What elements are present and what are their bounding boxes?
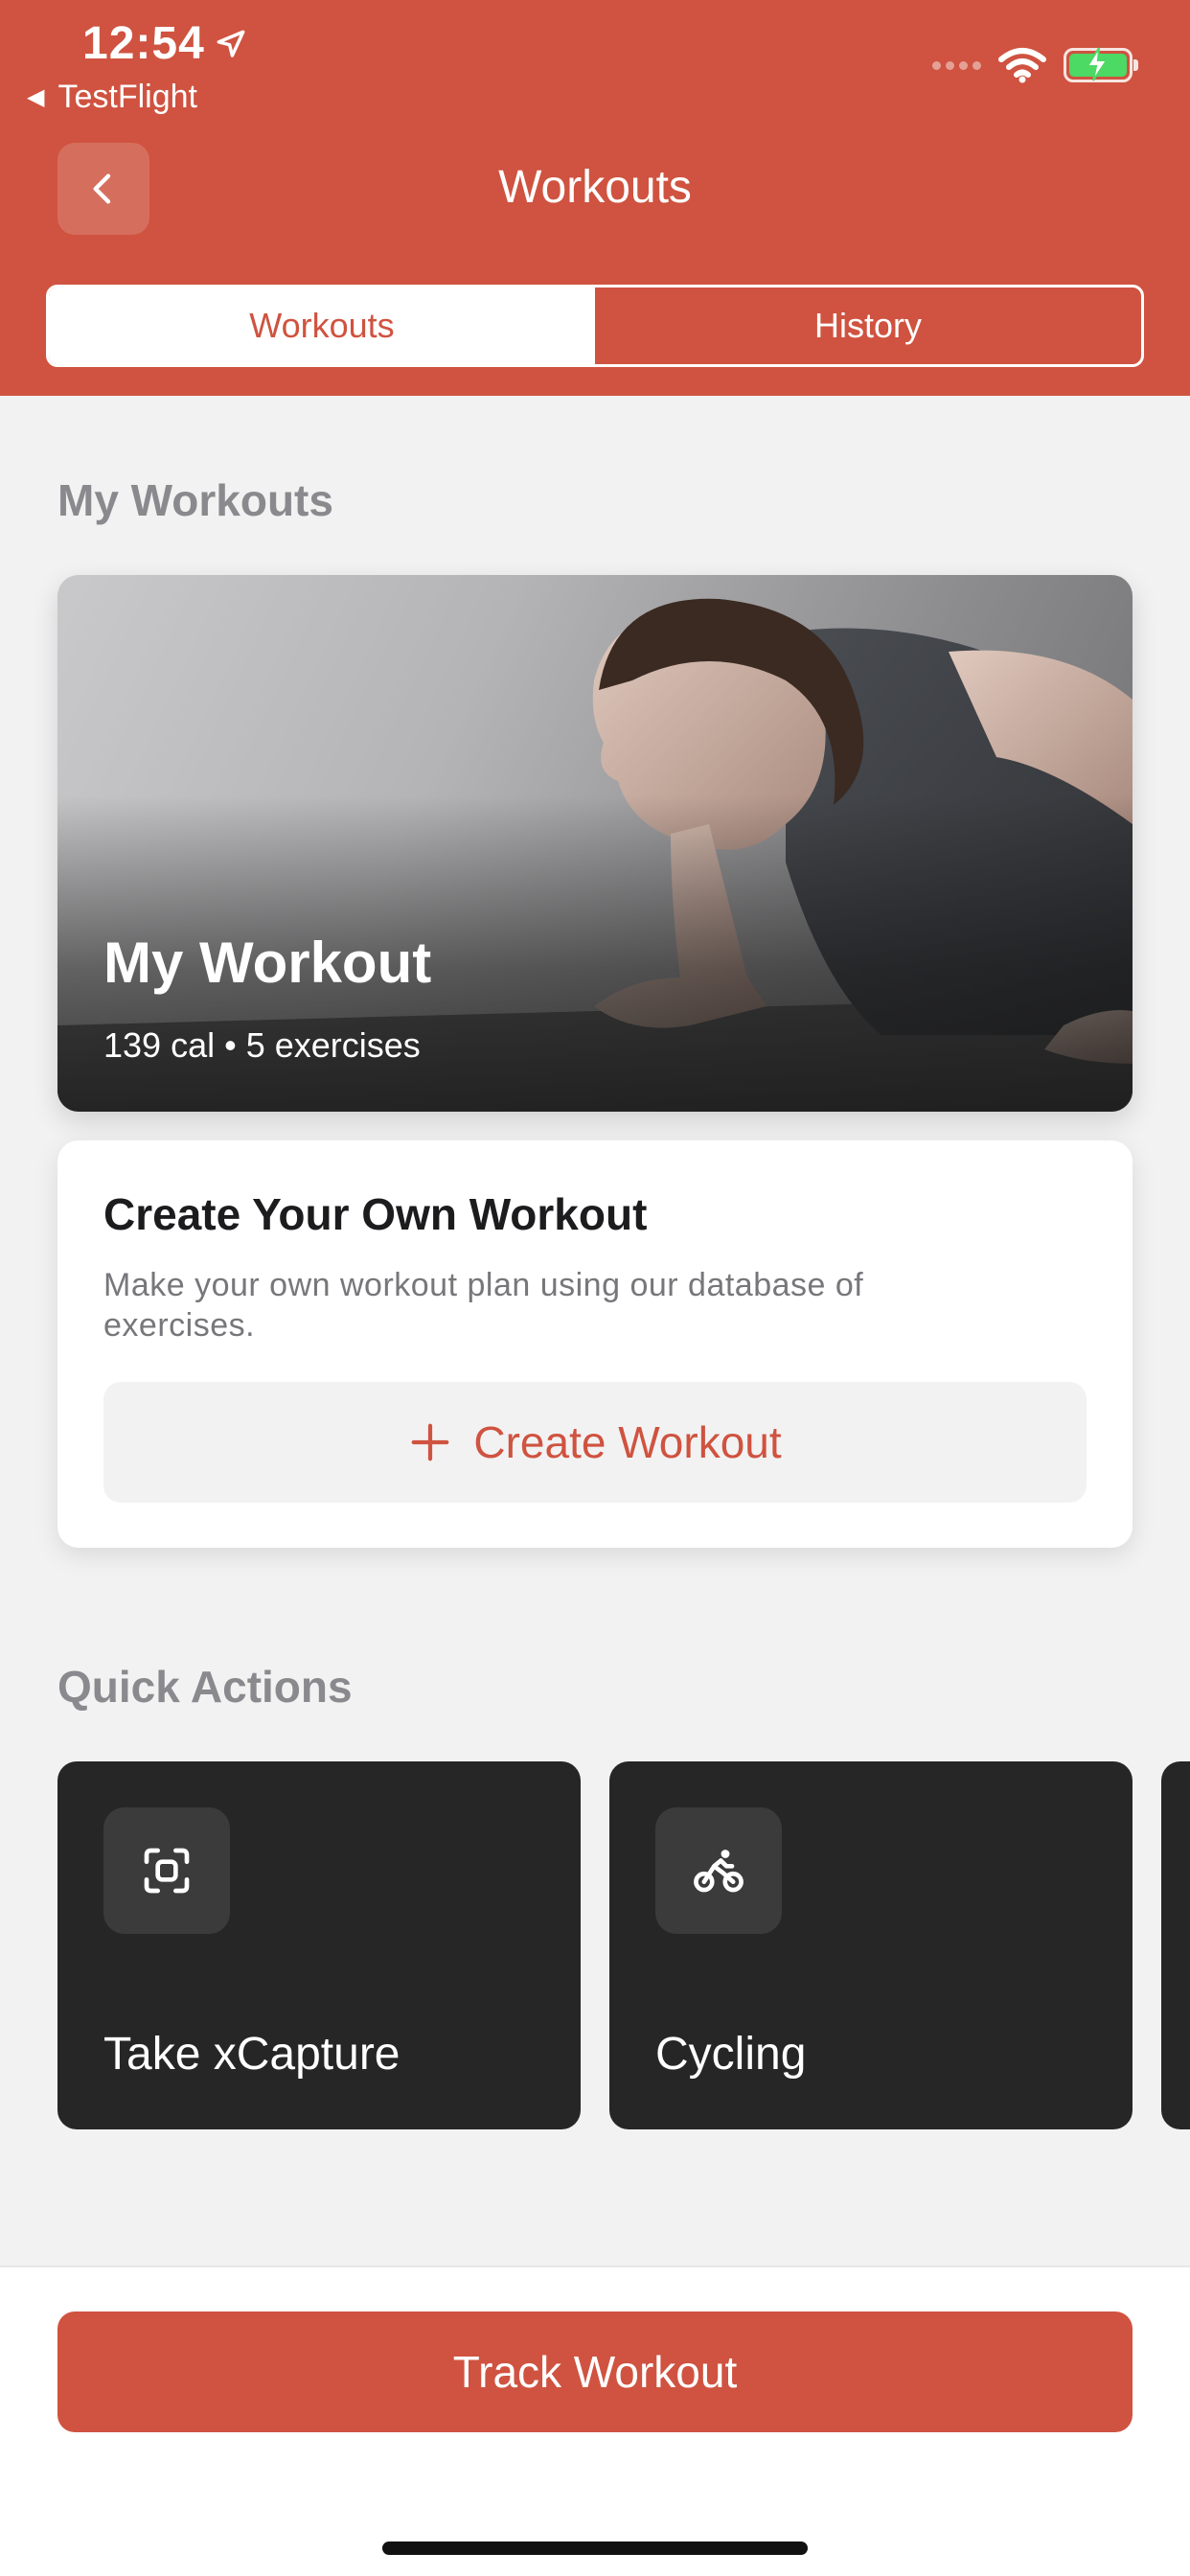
- location-arrow-icon: [217, 30, 245, 58]
- create-title: Create Your Own Workout: [103, 1189, 648, 1239]
- wifi-icon: [998, 48, 1046, 83]
- scan-icon: [103, 1807, 230, 1934]
- plus-icon: [408, 1420, 452, 1464]
- workout-title: My Workout: [103, 931, 432, 995]
- status-time: 12:54: [82, 17, 247, 70]
- cycling-icon: [655, 1807, 782, 1934]
- status-back-label: TestFlight: [57, 79, 197, 115]
- status-time-text: 12:54: [82, 18, 205, 69]
- create-workout-label: Create Workout: [473, 1417, 782, 1467]
- quick-action-label: Cycling: [655, 2029, 807, 2080]
- my-workout-card[interactable]: My Workout 139 cal • 5 exercises: [57, 575, 1133, 1112]
- tab-history[interactable]: History: [595, 288, 1141, 364]
- header: 12:54 ◀ TestFlight Workouts Workouts His…: [0, 0, 1190, 396]
- quick-action-partial[interactable]: [1161, 1761, 1190, 2129]
- quick-action-label: Take xCapture: [103, 2029, 400, 2080]
- workout-meta: 139 cal • 5 exercises: [103, 1025, 421, 1065]
- my-workouts-heading: My Workouts: [57, 475, 333, 525]
- quick-action-cycling[interactable]: Cycling: [609, 1761, 1133, 2129]
- home-indicator: [382, 2542, 808, 2555]
- create-workout-button[interactable]: Create Workout: [103, 1382, 1087, 1503]
- quick-action-xcapture[interactable]: Take xCapture: [57, 1761, 581, 2129]
- create-description: Make your own workout plan using our dat…: [103, 1267, 864, 1344]
- tab-workouts[interactable]: Workouts: [49, 288, 595, 364]
- status-indicators: [932, 42, 1138, 88]
- create-workout-card: Create Your Own Workout Make your own wo…: [57, 1140, 1133, 1548]
- back-triangle-icon: ◀: [27, 84, 45, 110]
- cellular-signal-icon: [932, 60, 981, 70]
- track-workout-button[interactable]: Track Workout: [57, 2312, 1133, 2432]
- page-title: Workouts: [498, 162, 692, 213]
- battery-icon: [1064, 47, 1138, 82]
- bottom-bar: Track Workout: [0, 2266, 1190, 2576]
- quick-actions-heading: Quick Actions: [57, 1662, 353, 1712]
- quick-actions-row[interactable]: Take xCapture Cycling: [57, 1761, 1190, 2129]
- segmented-control: Workouts History: [46, 285, 1144, 367]
- status-back-to-app[interactable]: ◀ TestFlight: [27, 79, 197, 116]
